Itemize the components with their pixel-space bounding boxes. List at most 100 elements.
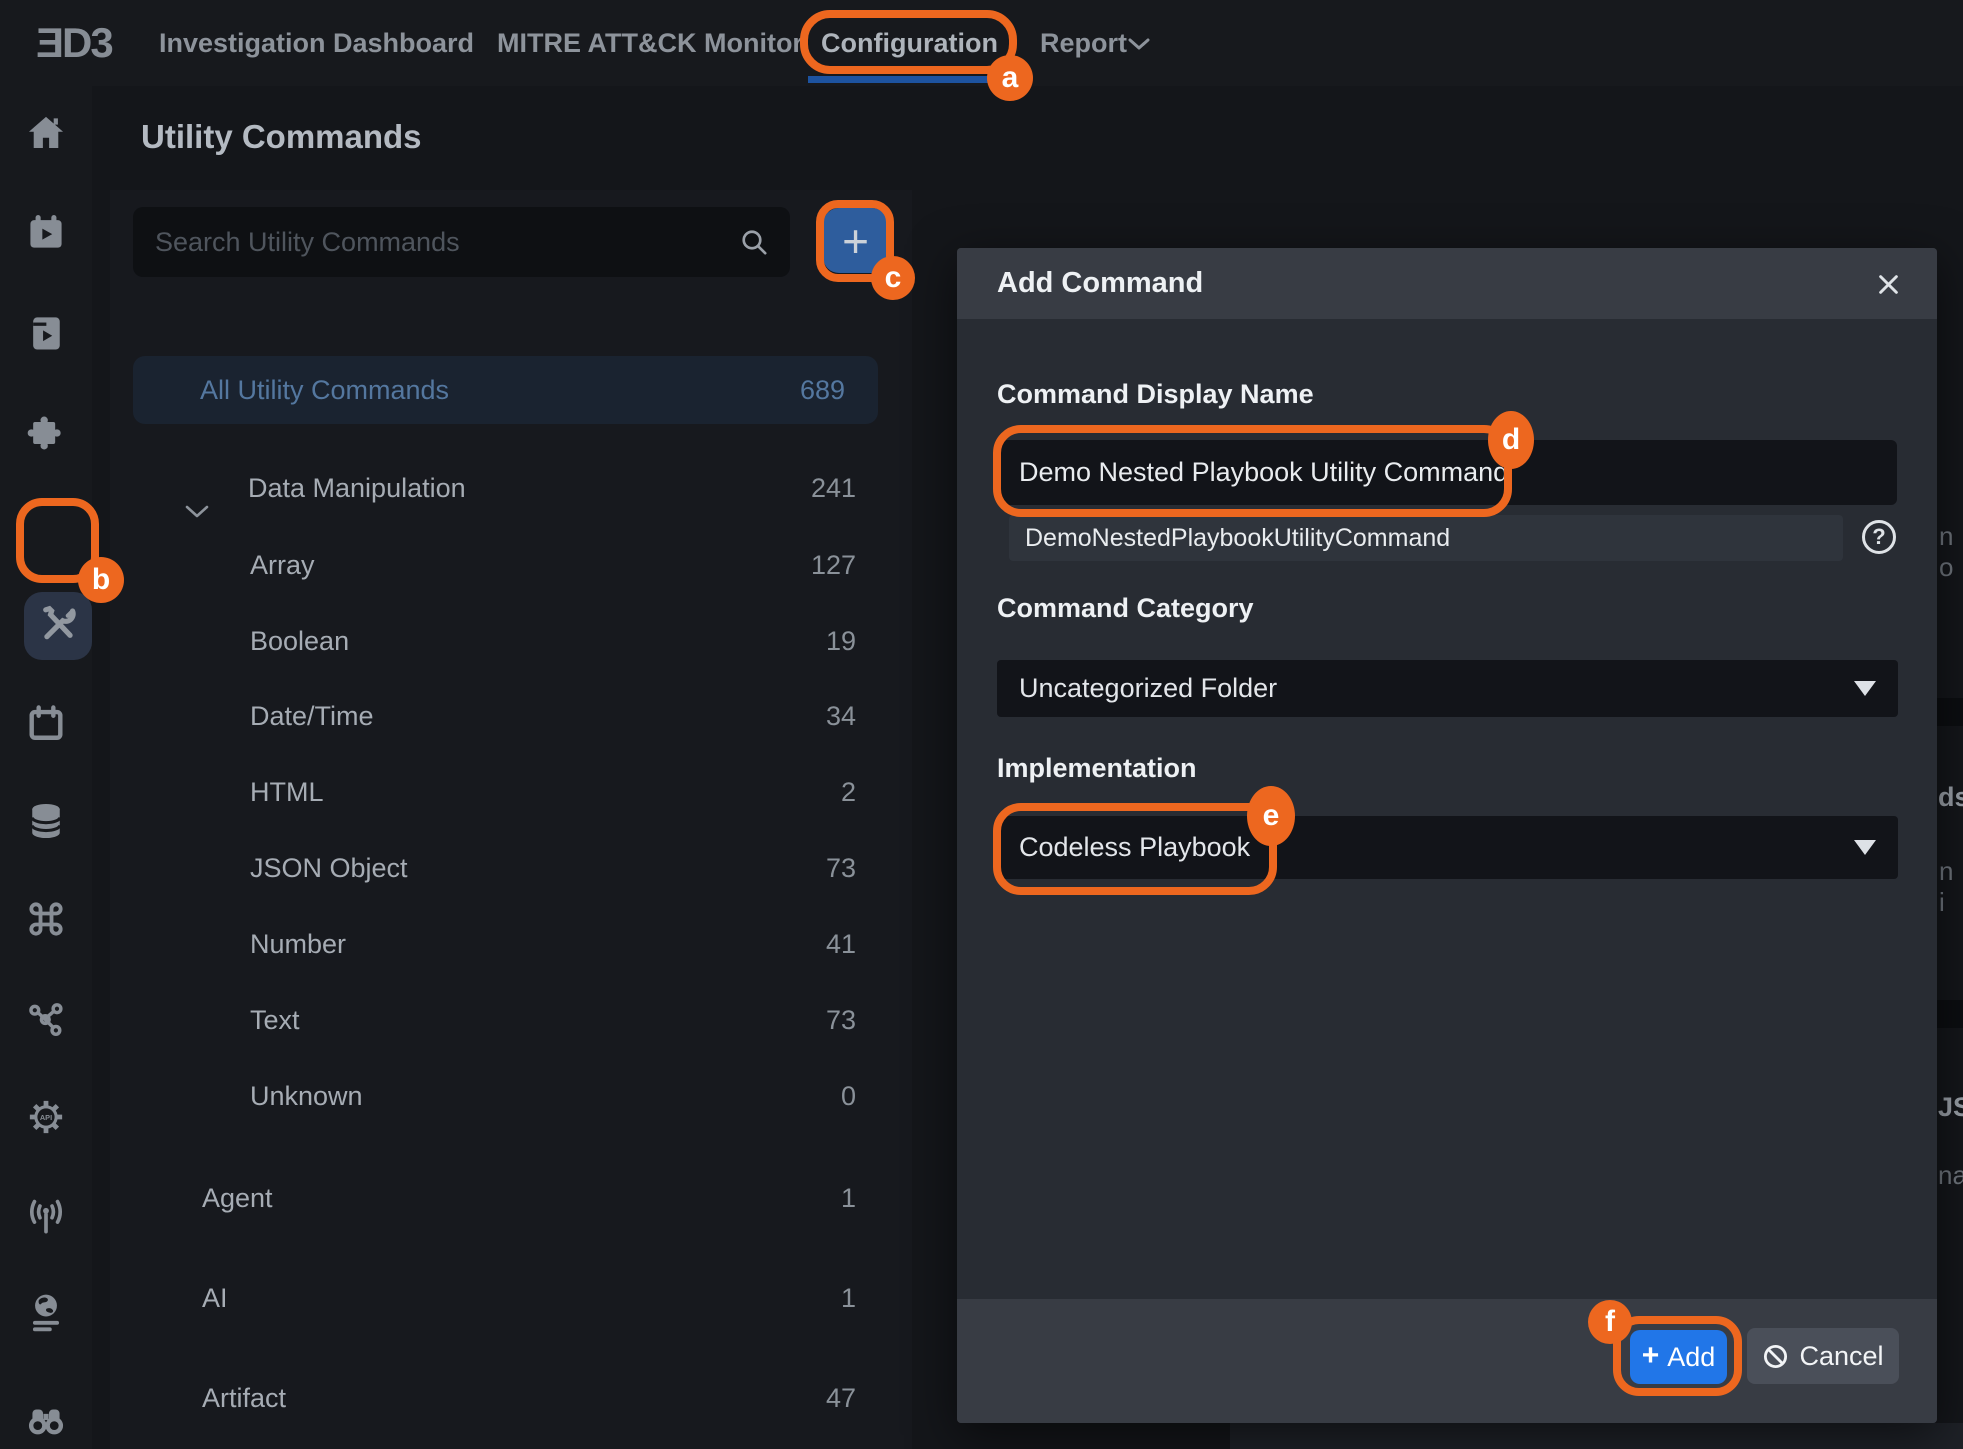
internal-name-input[interactable] (1009, 515, 1843, 561)
tree-item-label: HTML (250, 758, 324, 826)
nav-mitre-attack-monitor[interactable]: MITRE ATT&CK Monitor (497, 0, 803, 86)
category-dropdown[interactable]: Uncategorized Folder (997, 660, 1898, 717)
tree-item-array[interactable]: Array 127 (110, 531, 912, 599)
tree-item-count: 127 (811, 531, 856, 599)
modal-add-button[interactable]: + Add (1630, 1330, 1727, 1384)
tree-item-text[interactable]: Text 73 (110, 986, 912, 1054)
tree-item-label: AI (202, 1264, 228, 1332)
utility-commands-panel: + All Utility Commands 689 Data Manipula… (110, 190, 912, 1449)
tree-item-label: Unknown (250, 1062, 363, 1130)
caret-down-icon (1854, 681, 1876, 696)
app-root: ƎD3 Investigation Dashboard MITRE ATT&CK… (0, 0, 1963, 1449)
close-icon[interactable] (1875, 271, 1902, 303)
tree-item-all-utility-commands[interactable]: All Utility Commands 689 (133, 356, 878, 424)
sidebar-item-api[interactable]: API (0, 1085, 92, 1153)
share-nodes-icon (24, 997, 68, 1046)
tree-item-count: 1 (841, 1264, 856, 1332)
tree-item-count: 34 (826, 682, 856, 750)
tree-item-label: Data Manipulation (248, 454, 466, 522)
cancel-button-label: Cancel (1799, 1341, 1883, 1372)
modal-cancel-button[interactable]: Cancel (1747, 1328, 1899, 1384)
nav-configuration[interactable]: Configuration (821, 0, 998, 86)
database-icon (24, 799, 68, 848)
tree-item-date-time[interactable]: Date/Time 34 (110, 682, 912, 750)
tree-item-ai[interactable]: AI 1 (110, 1264, 912, 1332)
tree-item-agent[interactable]: Agent 1 (110, 1164, 912, 1232)
tree-item-number[interactable]: Number 41 (110, 910, 912, 978)
tree-item-label: Boolean (250, 607, 349, 675)
tree-item-count: 241 (811, 454, 856, 522)
screwdriver-wrench-icon (35, 601, 81, 652)
sidebar-item-web[interactable] (0, 1282, 92, 1350)
background-panel-strip (1230, 1423, 1963, 1449)
sidebar-item-utility-commands-selected[interactable] (24, 592, 92, 660)
globe-lines-icon (23, 1291, 69, 1342)
tree-item-count: 47 (826, 1364, 856, 1432)
tree-item-data-manipulation[interactable]: Data Manipulation 241 (110, 454, 912, 522)
tree-item-label: Number (250, 910, 346, 978)
clipped-background-text: n i (1939, 856, 1963, 918)
tree-item-label: Text (250, 986, 300, 1054)
page-title: Utility Commands (141, 118, 422, 156)
tree-item-label: Array (250, 531, 315, 599)
search-input[interactable] (133, 207, 790, 277)
sidebar-item-home[interactable] (0, 101, 92, 169)
implementation-dropdown-value: Codeless Playbook (1019, 832, 1250, 863)
tree-item-count: 2 (841, 758, 856, 826)
sidebar-item-integrations[interactable] (0, 401, 92, 469)
chevron-down-icon (1127, 37, 1151, 56)
tree-item-label: JSON Object (250, 834, 408, 902)
add-command-button[interactable]: + (823, 208, 888, 273)
add-button-label: Add (1667, 1342, 1715, 1373)
calendar-icon (24, 702, 68, 751)
display-name-label: Command Display Name (997, 379, 1314, 410)
tree-item-label: All Utility Commands (200, 356, 449, 424)
tree-item-artifact[interactable]: Artifact 47 (110, 1364, 912, 1432)
puzzle-piece-icon (24, 411, 68, 460)
display-name-input[interactable] (997, 440, 1897, 505)
tree-item-count: 689 (800, 356, 845, 424)
implementation-label: Implementation (997, 753, 1197, 784)
binoculars-icon (24, 1397, 68, 1446)
nav-investigation-dashboard[interactable]: Investigation Dashboard (159, 0, 474, 86)
clipped-background-text: ds (1938, 782, 1963, 813)
caret-down-icon (1854, 840, 1876, 855)
tree-item-count: 1 (841, 1164, 856, 1232)
sidebar-item-investigate[interactable] (0, 1387, 92, 1449)
svg-text:API: API (40, 1112, 52, 1121)
tree-item-json-object[interactable]: JSON Object 73 (110, 834, 912, 902)
top-navigation-bar: ƎD3 Investigation Dashboard MITRE ATT&CK… (0, 0, 1963, 86)
tree-item-unknown[interactable]: Unknown 0 (110, 1062, 912, 1130)
nav-report[interactable]: Report (1040, 0, 1127, 86)
category-label: Command Category (997, 593, 1254, 624)
background-divider (1937, 1000, 1963, 1028)
modal-footer: + Add Cancel (957, 1299, 1937, 1423)
api-gear-icon: API (24, 1095, 68, 1144)
plus-icon: + (1642, 1339, 1660, 1373)
calendar-play-icon (24, 211, 68, 260)
sidebar-item-playbooks[interactable] (0, 301, 92, 369)
modal-header: Add Command (957, 248, 1937, 319)
tree-item-label: Agent (202, 1164, 273, 1232)
sidebar-item-calendar[interactable] (0, 692, 92, 760)
sidebar-item-database[interactable] (0, 789, 92, 857)
help-icon[interactable]: ? (1862, 520, 1896, 554)
tree-item-label: Artifact (202, 1364, 286, 1432)
antenna-broadcast-icon (24, 1195, 68, 1244)
tree-item-count: 0 (841, 1062, 856, 1130)
tree-item-count: 19 (826, 607, 856, 675)
left-icon-sidebar: API (0, 86, 92, 1449)
sidebar-item-connections[interactable] (0, 987, 92, 1055)
tree-item-count: 73 (826, 986, 856, 1054)
tree-item-count: 73 (826, 834, 856, 902)
tree-item-html[interactable]: HTML 2 (110, 758, 912, 826)
sidebar-item-scheduled-playbooks[interactable] (0, 201, 92, 269)
sidebar-item-command[interactable] (0, 887, 92, 955)
tree-item-boolean[interactable]: Boolean 19 (110, 607, 912, 675)
modal-title: Add Command (997, 248, 1203, 319)
sidebar-item-broadcast[interactable] (0, 1185, 92, 1253)
d3-logo[interactable]: ƎD3 (36, 0, 112, 86)
book-play-icon (24, 311, 68, 360)
implementation-dropdown[interactable]: Codeless Playbook (997, 816, 1898, 879)
home-icon (24, 111, 68, 160)
